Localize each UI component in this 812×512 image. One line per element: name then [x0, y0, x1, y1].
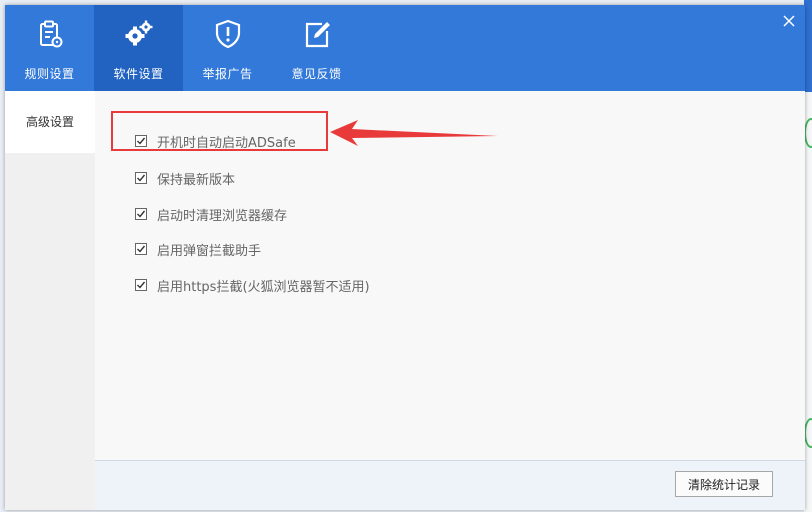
background-window-header: [804, 0, 812, 92]
option-label: 启用https拦截(火狐浏览器暂不适用): [157, 279, 370, 295]
option-clear-cache[interactable]: 启动时清理浏览器缓存: [135, 204, 287, 224]
tab-label: 规则设置: [24, 67, 75, 81]
https-blocking-checkbox[interactable]: [135, 279, 147, 291]
option-label: 启用弹窗拦截助手: [157, 243, 262, 259]
clear-cache-checkbox[interactable]: [135, 208, 147, 220]
popup-blocker-checkbox[interactable]: [135, 243, 147, 255]
clear-stats-button[interactable]: 清除统计记录: [675, 471, 773, 497]
check-icon: [137, 281, 146, 289]
gears-icon: [125, 20, 152, 46]
check-icon: [137, 174, 146, 182]
titlebar: 规则设置 软件设置 举报广告 意见反馈: [5, 5, 805, 91]
settings-dialog: 规则设置 软件设置 举报广告 意见反馈 高级设置 开机时自动启动ADSafe 保…: [5, 5, 805, 510]
keep-updated-checkbox[interactable]: [135, 172, 147, 184]
tab-software-settings[interactable]: 软件设置: [94, 5, 183, 91]
option-popup-blocker[interactable]: 启用弹窗拦截助手: [135, 239, 261, 259]
tab-label: 意见反馈: [291, 67, 342, 81]
option-keep-updated[interactable]: 保持最新版本: [135, 168, 235, 188]
background-status-ring: [804, 118, 812, 148]
option-https-blocking[interactable]: 启用https拦截(火狐浏览器暂不适用): [135, 275, 370, 295]
option-label: 启动时清理浏览器缓存: [157, 208, 288, 224]
tab-report-ad[interactable]: 举报广告: [183, 5, 272, 91]
check-icon: [137, 210, 146, 218]
tab-label: 举报广告: [202, 67, 253, 81]
option-label: 保持最新版本: [157, 172, 236, 188]
sidebar-item-advanced-settings[interactable]: 高级设置: [5, 91, 95, 153]
sidebar: 高级设置: [5, 91, 95, 510]
shield-alert-icon: [215, 19, 240, 49]
sidebar-item-label: 高级设置: [26, 115, 75, 129]
clipboard-gear-icon: [39, 20, 62, 48]
check-icon: [137, 245, 146, 253]
tab-label: 软件设置: [113, 67, 164, 81]
edit-icon: [305, 22, 330, 48]
tab-feedback[interactable]: 意见反馈: [272, 5, 361, 91]
background-status-ring: [804, 418, 812, 448]
annotation-highlight-box: [111, 111, 328, 151]
footer-bar: 清除统计记录: [95, 460, 805, 510]
close-icon[interactable]: [781, 13, 797, 29]
tab-rule-settings[interactable]: 规则设置: [5, 5, 94, 91]
annotation-arrow-icon: [330, 120, 498, 146]
